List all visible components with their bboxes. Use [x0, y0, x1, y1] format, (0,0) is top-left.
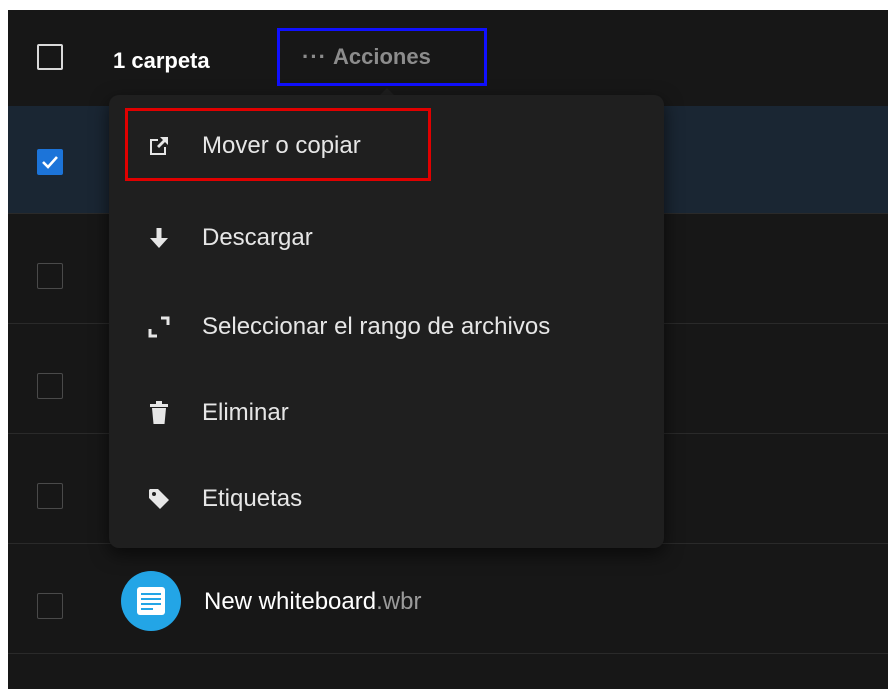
row-checkbox[interactable]	[37, 149, 63, 175]
actions-label: Acciones	[332, 44, 431, 69]
menu-item-label: Descargar	[202, 224, 313, 251]
select-range-icon	[146, 314, 172, 340]
whiteboard-icon	[121, 571, 181, 631]
menu-item-tags[interactable]: Etiquetas	[109, 464, 664, 534]
row-checkbox[interactable]	[37, 263, 63, 289]
file-list-panel: 1 carpeta ··· Acciones New whiteboard.wb…	[8, 10, 888, 689]
row-checkbox[interactable]	[37, 593, 63, 619]
file-extension: .wbr	[376, 588, 422, 615]
menu-item-label: Eliminar	[202, 399, 289, 426]
menu-item-label: Etiquetas	[202, 485, 303, 512]
select-all-checkbox[interactable]	[37, 44, 63, 70]
tag-icon	[146, 486, 172, 512]
selection-toolbar: 1 carpeta ··· Acciones	[8, 10, 888, 107]
actions-button[interactable]: ··· Acciones	[277, 28, 487, 86]
row-checkbox[interactable]	[37, 483, 63, 509]
download-icon	[146, 225, 172, 251]
row-checkbox[interactable]	[37, 373, 63, 399]
checkmark-icon	[42, 156, 58, 169]
menu-item-download[interactable]: Descargar	[109, 203, 664, 273]
more-icon: ···	[302, 44, 327, 69]
menu-item-delete[interactable]: Eliminar	[109, 378, 664, 448]
file-name-link[interactable]: New whiteboard.wbr	[204, 588, 421, 616]
menu-item-label: Seleccionar el rango de archivos	[202, 313, 551, 340]
file-name: New whiteboard	[204, 588, 377, 615]
menu-item-select-range[interactable]: Seleccionar el rango de archivos	[109, 292, 664, 362]
highlight-box	[125, 108, 431, 181]
selection-count: 1 carpeta	[113, 48, 210, 73]
trash-icon	[146, 400, 172, 426]
